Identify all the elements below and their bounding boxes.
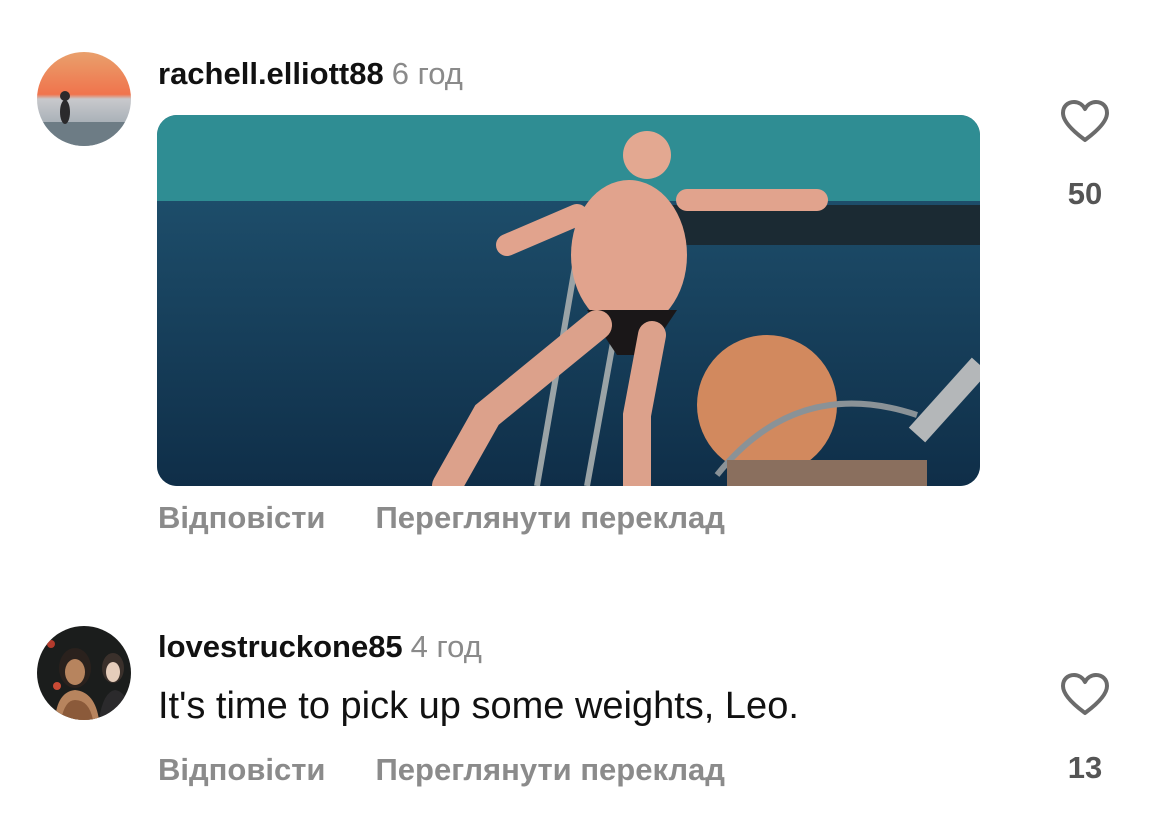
avatar[interactable] <box>37 52 131 146</box>
reply-button[interactable]: Відповісти <box>158 752 326 788</box>
comment-item: rachell.elliott88 6 год Відповісти Перег… <box>0 0 1170 560</box>
comment-meta: rachell.elliott88 6 год <box>158 54 463 94</box>
heart-outline-icon[interactable] <box>1060 672 1110 716</box>
like-count: 13 <box>1067 750 1103 785</box>
like-count: 50 <box>1067 176 1103 211</box>
see-translation-button[interactable]: Переглянути переклад <box>376 500 725 536</box>
avatar[interactable] <box>37 626 131 720</box>
comment-actions: Відповісти Переглянути переклад <box>158 500 725 536</box>
gif-attachment[interactable] <box>157 115 980 486</box>
comment-item: lovestruckone85 4 год It's time to pick u… <box>0 600 1170 834</box>
reply-button[interactable]: Відповісти <box>158 500 326 536</box>
comment-meta: lovestruckone85 4 год <box>158 627 482 667</box>
comment-actions: Відповісти Переглянути переклад <box>158 752 725 788</box>
comment-text: It's time to pick up some weights, Leo. <box>158 685 799 727</box>
username[interactable]: lovestruckone85 <box>158 629 403 664</box>
username[interactable]: rachell.elliott88 <box>158 56 384 91</box>
heart-outline-icon[interactable] <box>1060 99 1110 143</box>
see-translation-button[interactable]: Переглянути переклад <box>376 752 725 788</box>
timestamp: 4 год <box>410 629 482 664</box>
timestamp: 6 год <box>391 56 463 91</box>
